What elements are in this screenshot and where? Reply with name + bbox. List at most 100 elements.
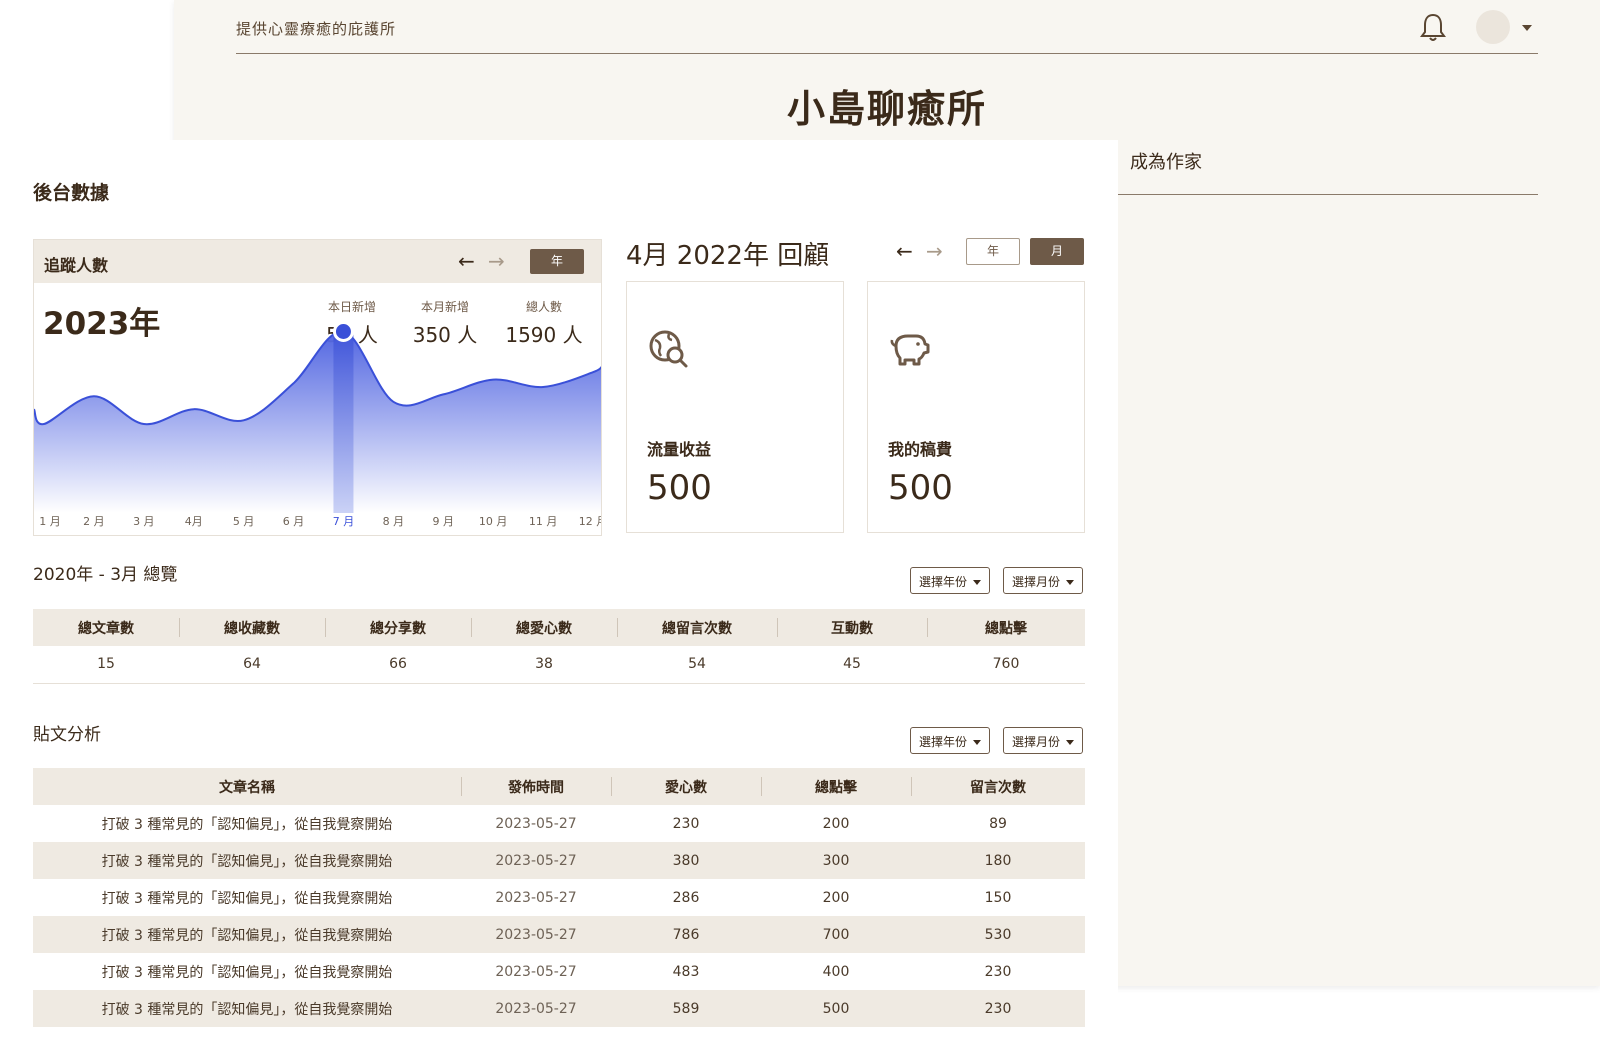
clicks-cell: 200 xyxy=(822,889,850,906)
table-cell: 64 xyxy=(179,646,325,684)
clicks-cell: 500 xyxy=(761,990,911,1027)
column-header: 總分享數 xyxy=(325,609,471,646)
date-cell: 2023-05-27 xyxy=(495,889,577,906)
x-tick-label: 8 月 xyxy=(383,515,405,528)
select-label: 選擇年份 xyxy=(919,735,968,749)
column-header: 總文章數 xyxy=(33,609,179,646)
table-cell: 38 xyxy=(471,646,617,684)
followers-chart: 1 月 2 月 3 月 4月 5 月 6 月 7 月 8 月 9 月 10 月 11 月 12 月 xyxy=(34,321,602,528)
column-header: 總愛心數 xyxy=(471,609,617,646)
table-header-row: 文章名稱 發佈時間 愛心數 總點擊 留言次數 xyxy=(33,768,1085,805)
chevron-down-icon xyxy=(1066,740,1075,745)
table-cell: 760 xyxy=(927,646,1085,684)
x-tick-label: 2 月 xyxy=(83,515,105,528)
table-row[interactable]: 打破 3 種常見的「認知偏見」，從自我覺察開始 2023-05-27 286 2… xyxy=(33,879,1085,916)
comments-cell: 89 xyxy=(989,815,1007,832)
table-row[interactable]: 打破 3 種常見的「認知偏見」，從自我覺察開始 2023-05-27 483 4… xyxy=(33,953,1085,990)
series-area xyxy=(34,331,601,513)
bell-icon[interactable] xyxy=(1420,12,1446,42)
piggy-bank-icon xyxy=(890,334,930,366)
year-toggle-button[interactable]: 年 xyxy=(966,238,1020,265)
table-row[interactable]: 打破 3 種常見的「認知偏見」，從自我覺察開始 2023-05-27 230 2… xyxy=(33,805,1085,842)
table-cell: 15 xyxy=(33,646,179,684)
clicks-cell: 400 xyxy=(822,963,850,980)
arrow-left-icon[interactable]: ← xyxy=(458,251,475,271)
post-title-cell[interactable]: 打破 3 種常見的「認知偏見」，從自我覺察開始 xyxy=(33,990,461,1027)
x-tick-label: 1 月 xyxy=(39,515,61,528)
chevron-down-icon xyxy=(973,580,982,585)
clicks-cell: 700 xyxy=(761,916,911,953)
comments-cell: 530 xyxy=(911,916,1085,953)
table-cell: 54 xyxy=(617,646,777,684)
card-value: 500 xyxy=(888,468,953,508)
select-month-dropdown[interactable]: 選擇月份 xyxy=(1003,727,1083,754)
become-writer-link[interactable]: 成為作家 xyxy=(1130,148,1202,174)
table-cell: 66 xyxy=(325,646,471,684)
post-title-cell[interactable]: 打破 3 種常見的「認知偏見」，從自我覺察開始 xyxy=(33,842,461,879)
chevron-down-icon xyxy=(1066,580,1075,585)
month-toggle-button[interactable]: 月 xyxy=(1030,238,1084,265)
select-year-dropdown[interactable]: 選擇年份 xyxy=(910,567,990,594)
date-cell: 2023-05-27 xyxy=(461,842,611,879)
table-row[interactable]: 打破 3 種常見的「認知偏見」，從自我覺察開始 2023-05-27 786 7… xyxy=(33,916,1085,953)
select-month-dropdown[interactable]: 選擇月份 xyxy=(1003,567,1083,594)
post-title-cell[interactable]: 打破 3 種常見的「認知偏見」，從自我覺察開始 xyxy=(33,953,461,990)
table-cell: 45 xyxy=(777,646,927,684)
select-year-dropdown[interactable]: 選擇年份 xyxy=(910,727,990,754)
arrow-left-icon[interactable]: ← xyxy=(896,241,913,261)
avatar[interactable] xyxy=(1476,10,1510,44)
data-point[interactable] xyxy=(332,321,354,342)
site-logo[interactable]: 小島聊癒所 xyxy=(174,78,1600,133)
table-row: 15 64 66 38 54 45 760 xyxy=(33,646,1085,684)
post-title-cell[interactable]: 打破 3 種常見的「認知偏見」，從自我覺察開始 xyxy=(33,805,461,842)
likes-cell: 230 xyxy=(672,815,700,832)
table-row[interactable]: 打破 3 種常見的「認知偏見」，從自我覺察開始 2023-05-27 380 3… xyxy=(33,842,1085,879)
followers-title: 追蹤人數 xyxy=(44,256,109,275)
my-fees-card: 我的稿費 500 xyxy=(867,281,1085,533)
table-row[interactable]: 打破 3 種常見的「認知偏見」，從自我覺察開始 2023-05-27 589 5… xyxy=(33,990,1085,1027)
clicks-cell: 300 xyxy=(761,842,911,879)
comments-cell: 150 xyxy=(984,889,1012,906)
arrow-right-icon[interactable]: → xyxy=(488,251,505,271)
date-cell: 2023-05-27 xyxy=(495,815,577,832)
dashboard-panel: 後台數據 追蹤人數 ← → 年 2023年 本日新增 57 人 本月新增 350… xyxy=(0,140,1118,1062)
select-label: 選擇月份 xyxy=(1012,575,1061,589)
divider xyxy=(1118,194,1538,195)
card-label: 流量收益 xyxy=(647,440,712,459)
x-tick-label: 3 月 xyxy=(133,515,155,528)
followers-card-header: 追蹤人數 ← → 年 xyxy=(34,240,601,283)
arrow-right-icon[interactable]: → xyxy=(926,241,943,261)
column-header: 總點擊 xyxy=(927,609,1085,646)
overview-table: 總文章數 總收藏數 總分享數 總愛心數 總留言次數 互動數 總點擊 15 64 … xyxy=(33,609,1085,684)
overview-title: 2020年 - 3月 總覽 xyxy=(33,565,178,585)
comments-cell: 230 xyxy=(911,990,1085,1027)
page-title: 後台數據 xyxy=(33,182,110,204)
column-header: 愛心數 xyxy=(611,768,761,805)
year-toggle-button[interactable]: 年 xyxy=(530,249,584,274)
column-header: 文章名稱 xyxy=(33,768,461,805)
likes-cell: 380 xyxy=(611,842,761,879)
column-header: 總收藏數 xyxy=(179,609,325,646)
post-title-cell[interactable]: 打破 3 種常見的「認知偏見」，從自我覺察開始 xyxy=(33,879,461,916)
likes-cell: 286 xyxy=(672,889,700,906)
chevron-down-icon[interactable] xyxy=(1522,25,1532,31)
highlight-bar[interactable] xyxy=(333,331,354,514)
select-label: 選擇年份 xyxy=(919,575,968,589)
globe-search-icon xyxy=(649,330,688,368)
x-tick-label: 4月 xyxy=(185,515,203,528)
post-analysis-title: 貼文分析 xyxy=(33,725,101,745)
column-header: 留言次數 xyxy=(911,768,1085,805)
x-tick-label: 9 月 xyxy=(433,515,455,528)
column-header: 總留言次數 xyxy=(617,609,777,646)
likes-cell: 589 xyxy=(611,990,761,1027)
column-header: 總點擊 xyxy=(761,768,911,805)
x-tick-label: 10 月 xyxy=(479,515,508,528)
select-label: 選擇月份 xyxy=(1012,735,1061,749)
likes-cell: 786 xyxy=(611,916,761,953)
post-title-cell[interactable]: 打破 3 種常見的「認知偏見」，從自我覺察開始 xyxy=(33,916,461,953)
x-tick-label: 5 月 xyxy=(233,515,255,528)
column-header: 發佈時間 xyxy=(461,768,611,805)
followers-card: 追蹤人數 ← → 年 2023年 本日新增 57 人 本月新增 350 人 總人… xyxy=(33,239,602,536)
date-cell: 2023-05-27 xyxy=(495,963,577,980)
x-tick-label: 12 月 xyxy=(579,515,602,528)
